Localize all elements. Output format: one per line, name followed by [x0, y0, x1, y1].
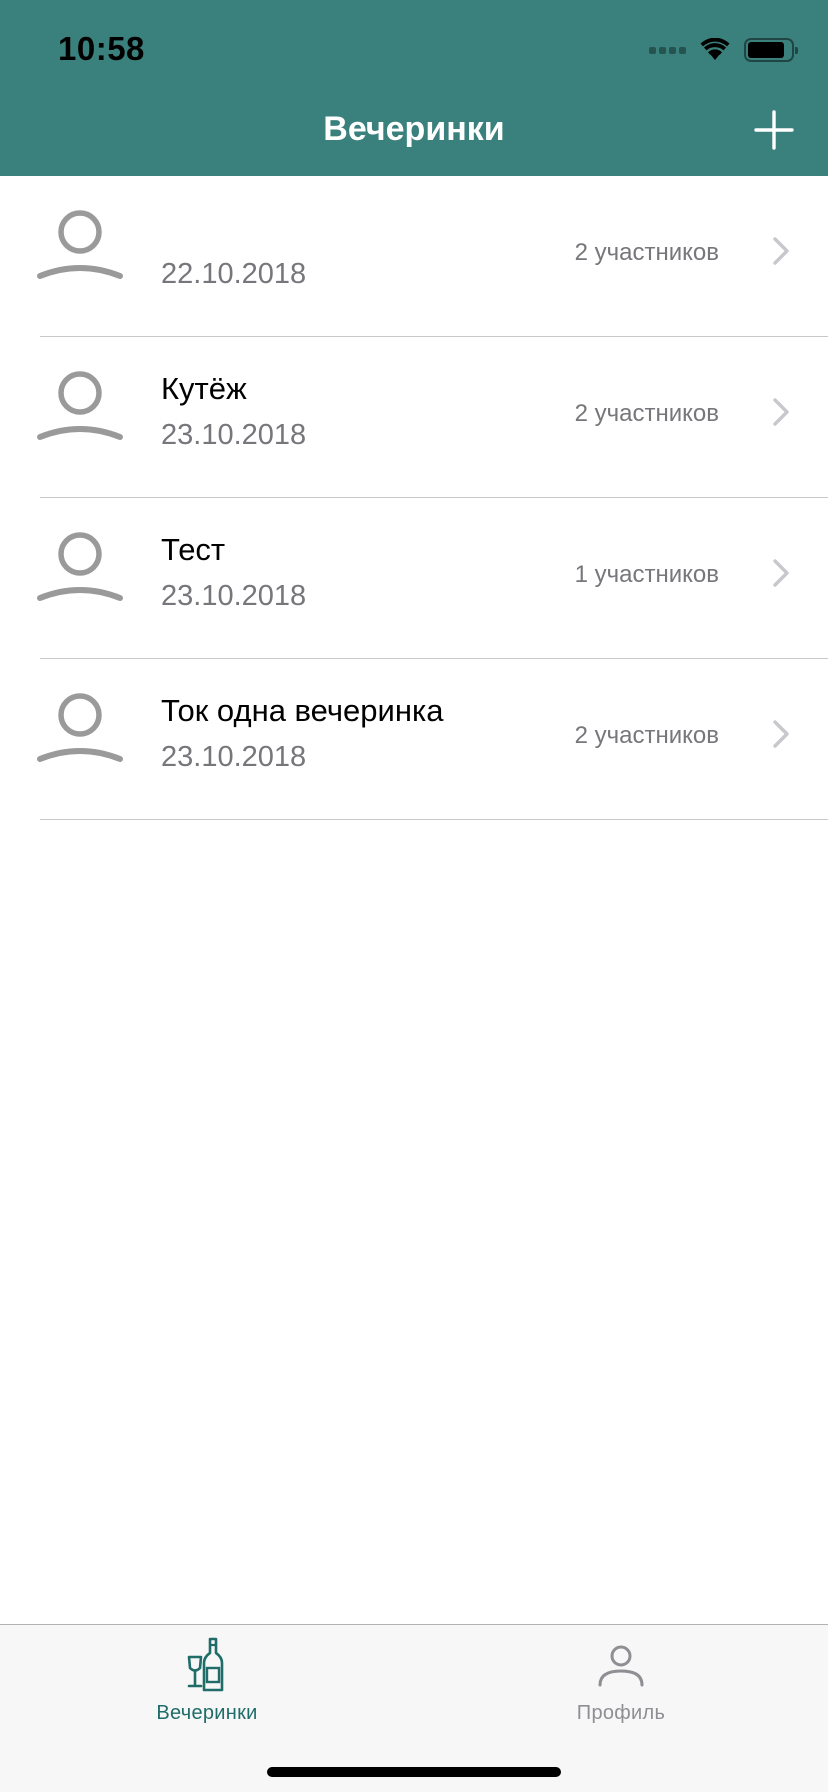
party-date: 23.10.2018 [161, 741, 307, 773]
party-name: Тест [161, 532, 226, 567]
avatar-placeholder-icon [37, 532, 123, 601]
party-list: 22.10.2018 2 участников Кутёж 23.10.2018… [0, 176, 828, 820]
chevron-right-icon [773, 559, 789, 587]
party-row[interactable]: Ток одна вечеринка 23.10.2018 2 участник… [0, 659, 828, 820]
tab-label: Профиль [576, 1702, 666, 1724]
avatar-placeholder-icon [37, 210, 123, 279]
participants-count: 2 участников [574, 722, 719, 749]
navigation-header: 10:58 Вечеринки [0, 0, 828, 176]
party-date: 23.10.2018 [161, 580, 307, 612]
participants-count: 2 участников [574, 239, 719, 266]
party-name: Ток одна вечеринка [161, 693, 444, 728]
party-row[interactable]: 22.10.2018 2 участников [0, 176, 828, 337]
battery-icon [744, 38, 798, 62]
party-row[interactable]: Кутёж 23.10.2018 2 участников [0, 337, 828, 498]
chevron-right-icon [773, 398, 789, 426]
party-date: 23.10.2018 [161, 419, 307, 451]
avatar-placeholder-icon [37, 371, 123, 440]
page-title: Вечеринки [323, 110, 505, 148]
cellular-signal-icon [649, 46, 686, 54]
tab-profile[interactable]: Профиль [414, 1625, 828, 1735]
status-time: 10:58 [58, 30, 145, 67]
party-name: Кутёж [161, 371, 247, 406]
tab-parties[interactable]: Вечеринки [0, 1625, 414, 1735]
screen: 10:58 Вечеринки 22.10.2018 2 участников … [0, 0, 828, 1792]
party-date: 22.10.2018 [161, 258, 307, 290]
tab-label: Вечеринки [156, 1702, 258, 1724]
plus-icon[interactable] [754, 110, 794, 150]
participants-count: 1 участников [574, 561, 719, 588]
status-icons [649, 36, 798, 64]
chevron-right-icon [773, 720, 789, 748]
party-bottles-icon [187, 1637, 224, 1692]
party-row[interactable]: Тест 23.10.2018 1 участников [0, 498, 828, 659]
chevron-right-icon [773, 237, 789, 265]
profile-icon [598, 1645, 644, 1687]
wifi-icon [700, 38, 730, 60]
avatar-placeholder-icon [37, 693, 123, 762]
home-indicator [267, 1767, 561, 1777]
participants-count: 2 участников [574, 400, 719, 427]
